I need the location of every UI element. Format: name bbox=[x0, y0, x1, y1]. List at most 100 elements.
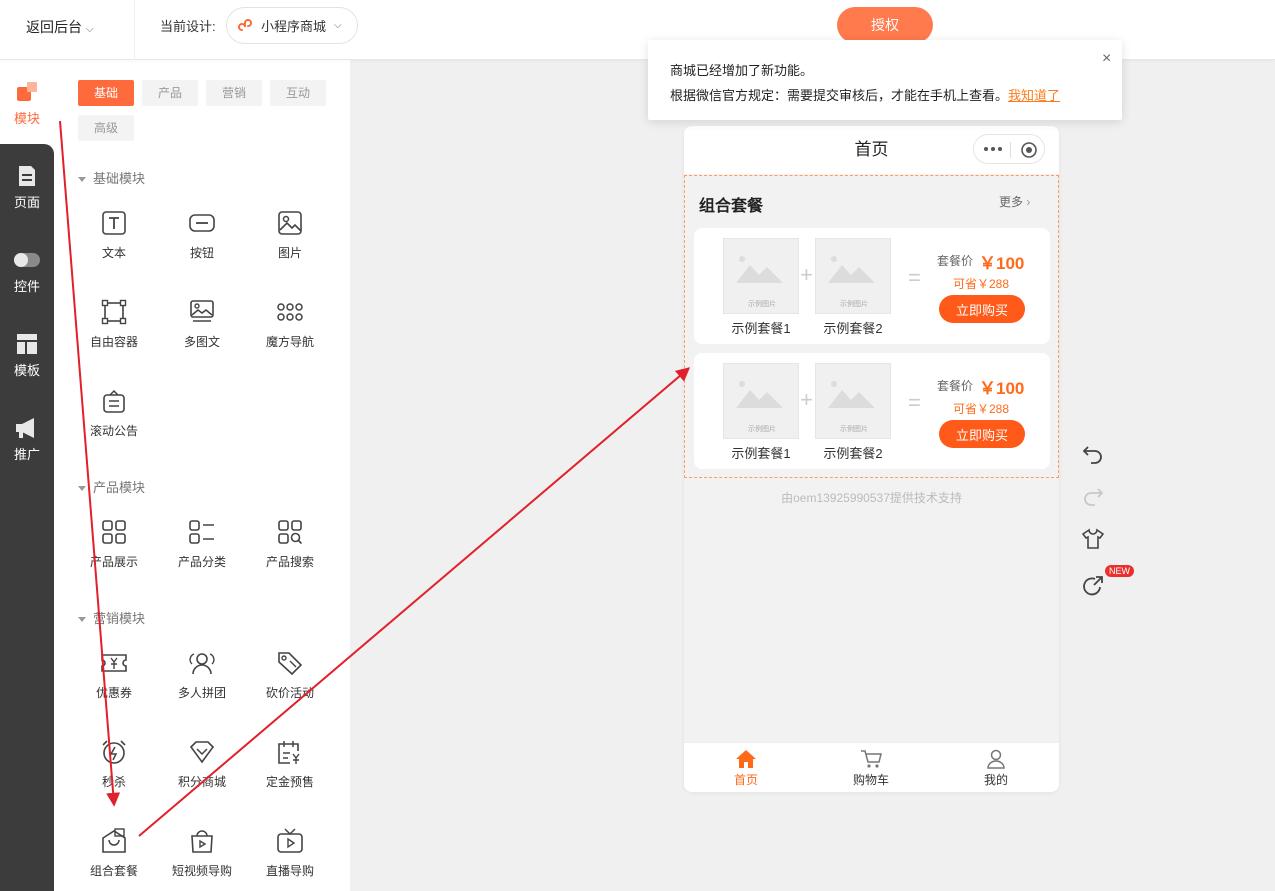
module-bargain[interactable]: 砍价活动 bbox=[246, 650, 334, 701]
container-icon bbox=[101, 299, 127, 325]
more-dots-icon bbox=[984, 147, 1002, 151]
mountain-placeholder-icon bbox=[736, 381, 783, 408]
notice-line1: 商城已经增加了新功能。 bbox=[670, 63, 814, 78]
mountain-placeholder-icon bbox=[828, 381, 875, 408]
got-it-link[interactable]: 我知道了 bbox=[1008, 88, 1060, 103]
price-label: 套餐价 bbox=[937, 254, 974, 268]
template-icon bbox=[17, 334, 37, 354]
tab-advanced[interactable]: 高级 bbox=[78, 115, 134, 141]
notice-board-icon bbox=[103, 389, 125, 413]
plus-sign: + bbox=[800, 262, 813, 287]
buy-now-button[interactable]: 立即购买 bbox=[939, 420, 1025, 448]
nav-item-control[interactable]: 控件 bbox=[0, 248, 54, 295]
buy-now-button[interactable]: 立即购买 bbox=[939, 295, 1025, 323]
tabbar-item-me[interactable]: 我的 bbox=[956, 749, 1036, 788]
module-group-buy[interactable]: 多人拼团 bbox=[158, 650, 246, 701]
module-multi-image-text[interactable]: 多图文 bbox=[158, 299, 246, 350]
product-image-placeholder: 示例图片 bbox=[815, 363, 891, 439]
nav-item-module[interactable]: 模块 bbox=[0, 80, 54, 127]
new-badge: NEW bbox=[1105, 565, 1134, 577]
combo-card[interactable]: 示例图片 + 示例图片 示例套餐1 示例套餐2 = 套餐价 ￥100 可省￥28… bbox=[694, 353, 1050, 469]
image-icon bbox=[278, 211, 302, 235]
more-link[interactable]: 更多 › bbox=[999, 193, 1030, 210]
megaphone-icon bbox=[16, 418, 34, 438]
mini-program-icon bbox=[238, 18, 252, 31]
mountain-placeholder-icon bbox=[736, 256, 783, 283]
tv-play-icon bbox=[277, 828, 303, 853]
module-free-container[interactable]: 自由容器 bbox=[70, 299, 158, 350]
back-to-admin-button[interactable]: 返回后台 ⌵ bbox=[26, 0, 94, 54]
module-live-guide[interactable]: 直播导购 bbox=[246, 828, 334, 879]
nav-item-promotion[interactable]: 推广 bbox=[0, 416, 54, 463]
module-coupon[interactable]: 优惠券 bbox=[70, 650, 158, 701]
equals-sign: = bbox=[908, 390, 921, 415]
chevron-down-icon: ⌵ bbox=[86, 24, 94, 35]
equals-sign: = bbox=[908, 265, 921, 290]
chevron-right-icon: › bbox=[1026, 195, 1031, 209]
design-select[interactable]: 小程序商城 ⌵ bbox=[226, 7, 358, 44]
tab-basic[interactable]: 基础 bbox=[78, 80, 134, 106]
redo-icon[interactable] bbox=[1082, 485, 1104, 507]
nav-item-template[interactable]: 模板 bbox=[0, 332, 54, 379]
combo-item-name: 示例套餐2 bbox=[823, 446, 883, 461]
combo-card[interactable]: 示例图片 + 示例图片 示例套餐1 示例套餐2 = 套餐价 ￥100 可省￥28… bbox=[694, 228, 1050, 344]
module-button[interactable]: 按钮 bbox=[158, 210, 246, 261]
nav-label: 模板 bbox=[13, 363, 40, 378]
close-icon[interactable]: × bbox=[1102, 50, 1111, 68]
notice-line2: 根据微信官方规定：需要提交审核后，才能在手机上查看。我知道了 bbox=[670, 88, 1061, 103]
grid-dots-icon bbox=[277, 303, 303, 321]
close-target-icon bbox=[1021, 142, 1037, 158]
module-flash-sale[interactable]: 秒杀 bbox=[70, 739, 158, 790]
left-nav: 模块 页面 控件 模板 推广 bbox=[0, 60, 54, 891]
module-text[interactable]: 文本 bbox=[70, 210, 158, 261]
tab-product[interactable]: 产品 bbox=[142, 80, 198, 106]
module-deposit-presale[interactable]: 定金预售 bbox=[246, 739, 334, 790]
tabbar-item-home[interactable]: 首页 bbox=[706, 749, 786, 788]
toggle-icon bbox=[14, 253, 40, 267]
tabbar-item-cart[interactable]: 购物车 bbox=[831, 749, 911, 788]
product-grid-icon bbox=[102, 520, 126, 544]
design-name: 小程序商城 bbox=[261, 19, 327, 34]
caret-down-icon bbox=[78, 486, 86, 492]
authorize-button[interactable]: 授权 bbox=[837, 7, 933, 43]
price-tag-cut-icon bbox=[278, 652, 303, 676]
group-users-icon bbox=[189, 653, 215, 675]
tab-interaction[interactable]: 互动 bbox=[270, 80, 326, 106]
tshirt-theme-icon[interactable] bbox=[1082, 528, 1104, 550]
video-bag-icon bbox=[191, 830, 213, 853]
module-image[interactable]: 图片 bbox=[246, 210, 334, 261]
module-short-video-guide[interactable]: 短视频导购 bbox=[158, 828, 246, 879]
nav-item-page[interactable]: 页面 bbox=[0, 164, 54, 211]
phone-preview: 首页 组合套餐 更多 › 示例图片 + 示例图片 示例套餐1 示例套餐2 = 套… bbox=[684, 126, 1059, 792]
text-icon bbox=[102, 211, 126, 235]
combo-package-block[interactable]: 组合套餐 更多 › 示例图片 + 示例图片 示例套餐1 示例套餐2 = 套餐价 … bbox=[684, 175, 1059, 478]
save-amount: 可省￥288 bbox=[953, 402, 1010, 416]
module-product-search[interactable]: 产品搜索 bbox=[246, 519, 334, 570]
undo-icon[interactable] bbox=[1082, 443, 1104, 465]
module-scroll-notice[interactable]: 滚动公告 bbox=[70, 388, 158, 439]
home-icon bbox=[736, 750, 756, 768]
mini-program-capsule[interactable] bbox=[973, 134, 1045, 164]
section-title-product[interactable]: 产品模块 bbox=[78, 477, 145, 496]
section-title-marketing[interactable]: 营销模块 bbox=[78, 608, 145, 627]
current-design-label: 当前设计: bbox=[160, 19, 216, 34]
combo-item-name: 示例套餐1 bbox=[731, 321, 791, 336]
nav-label: 控件 bbox=[13, 279, 40, 294]
category-list-icon bbox=[189, 520, 214, 544]
product-image-placeholder: 示例图片 bbox=[723, 238, 799, 314]
combo-item-name: 示例套餐1 bbox=[731, 446, 791, 461]
share-icon[interactable] bbox=[1082, 575, 1104, 597]
chevron-down-icon: ⌵ bbox=[334, 20, 342, 31]
section-title-basic[interactable]: 基础模块 bbox=[78, 168, 145, 187]
module-combo-package[interactable]: 组合套餐 bbox=[70, 828, 158, 879]
module-product-category[interactable]: 产品分类 bbox=[158, 519, 246, 570]
phone-tabbar: 首页 购物车 我的 bbox=[684, 742, 1059, 792]
module-cube-nav[interactable]: 魔方导航 bbox=[246, 299, 334, 350]
tab-marketing[interactable]: 营销 bbox=[206, 80, 262, 106]
gift-box-icon bbox=[102, 828, 126, 853]
module-product-display[interactable]: 产品展示 bbox=[70, 519, 158, 570]
price-label: 套餐价 bbox=[937, 379, 974, 393]
nav-label: 推广 bbox=[13, 447, 40, 462]
module-points-mall[interactable]: 积分商城 bbox=[158, 739, 246, 790]
alarm-clock-icon bbox=[102, 740, 126, 764]
